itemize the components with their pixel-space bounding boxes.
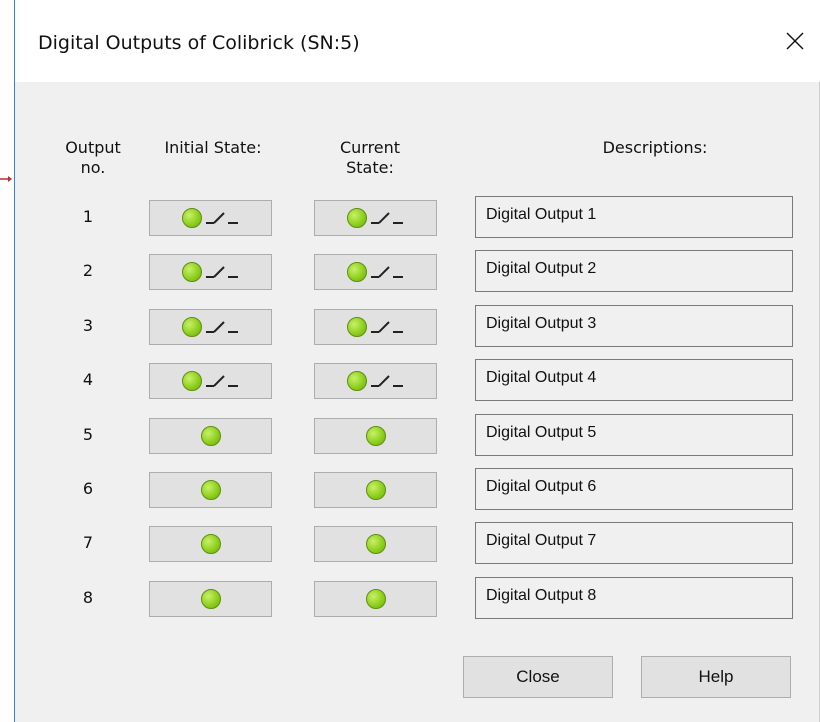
output-number: 5: [82, 425, 94, 444]
initial-state-button[interactable]: [149, 309, 272, 345]
output-number: 7: [82, 533, 94, 552]
green-led-icon: [365, 426, 386, 446]
open-switch-icon: [205, 375, 238, 387]
description-field[interactable]: Digital Output 4: [475, 359, 793, 401]
green-led-icon: [200, 480, 221, 500]
open-switch-icon: [370, 212, 403, 224]
output-number: 8: [82, 588, 94, 607]
current-state-button[interactable]: [314, 309, 437, 345]
green-led-icon: [181, 262, 202, 282]
current-state-button[interactable]: [314, 526, 437, 562]
initial-state-button[interactable]: [149, 472, 272, 508]
current-state-button[interactable]: [314, 581, 437, 617]
initial-state-button[interactable]: [149, 526, 272, 562]
initial-state-button[interactable]: [149, 418, 272, 454]
header-output-line2: no.: [80, 158, 106, 177]
description-field[interactable]: Digital Output 1: [475, 196, 793, 238]
open-switch-icon: [205, 212, 238, 224]
digital-outputs-dialog: Digital Outputs of Colibrick (SN:5) Outp…: [14, 0, 820, 722]
open-switch-icon: [205, 266, 238, 278]
green-led-icon: [181, 317, 202, 337]
close-icon: [786, 32, 804, 50]
description-field[interactable]: Digital Output 5: [475, 414, 793, 456]
screen: Digital Outputs of Colibrick (SN:5) Outp…: [0, 0, 820, 722]
header-current-state: Current State:: [320, 138, 420, 178]
description-field[interactable]: Digital Output 7: [475, 522, 793, 564]
initial-state-button[interactable]: [149, 363, 272, 399]
output-number: 3: [82, 316, 94, 335]
green-led-icon: [181, 208, 202, 228]
initial-state-button[interactable]: [149, 200, 272, 236]
green-led-icon: [346, 262, 367, 282]
title-bar[interactable]: Digital Outputs of Colibrick (SN:5): [15, 0, 820, 82]
green-led-icon: [346, 371, 367, 391]
header-current-line1: Current: [339, 138, 401, 157]
header-descriptions: Descriptions:: [602, 138, 708, 157]
green-led-icon: [200, 426, 221, 446]
header-output-line1: Output: [65, 138, 121, 157]
window-title: Digital Outputs of Colibrick (SN:5): [38, 32, 360, 54]
output-number: 1: [82, 207, 94, 226]
help-button[interactable]: Help: [641, 656, 791, 698]
window-close-button[interactable]: [770, 0, 820, 82]
current-state-button[interactable]: [314, 254, 437, 290]
output-number: 4: [82, 370, 94, 389]
current-state-button[interactable]: [314, 472, 437, 508]
output-number: 2: [82, 261, 94, 280]
green-led-icon: [346, 317, 367, 337]
green-led-icon: [200, 534, 221, 554]
open-switch-icon: [370, 375, 403, 387]
initial-state-button[interactable]: [149, 581, 272, 617]
green-led-icon: [181, 371, 202, 391]
dialog-content: Output no. Initial State: Current State:…: [15, 82, 820, 722]
green-led-icon: [346, 208, 367, 228]
open-switch-icon: [370, 321, 403, 333]
background-edge: [0, 0, 14, 722]
current-state-button[interactable]: [314, 418, 437, 454]
header-output-no: Output no.: [53, 138, 133, 178]
green-led-icon: [365, 534, 386, 554]
header-current-line2: State:: [346, 158, 394, 177]
initial-state-button[interactable]: [149, 254, 272, 290]
green-led-icon: [365, 589, 386, 609]
description-field[interactable]: Digital Output 2: [475, 250, 793, 292]
description-field[interactable]: Digital Output 6: [475, 468, 793, 510]
green-led-icon: [365, 480, 386, 500]
current-state-button[interactable]: [314, 200, 437, 236]
arrow-pointer-icon: [0, 176, 12, 182]
header-initial-state: Initial State:: [164, 138, 262, 157]
description-field[interactable]: Digital Output 3: [475, 305, 793, 347]
open-switch-icon: [205, 321, 238, 333]
output-number: 6: [82, 479, 94, 498]
open-switch-icon: [370, 266, 403, 278]
description-field[interactable]: Digital Output 8: [475, 577, 793, 619]
close-button[interactable]: Close: [463, 656, 613, 698]
current-state-button[interactable]: [314, 363, 437, 399]
green-led-icon: [200, 589, 221, 609]
